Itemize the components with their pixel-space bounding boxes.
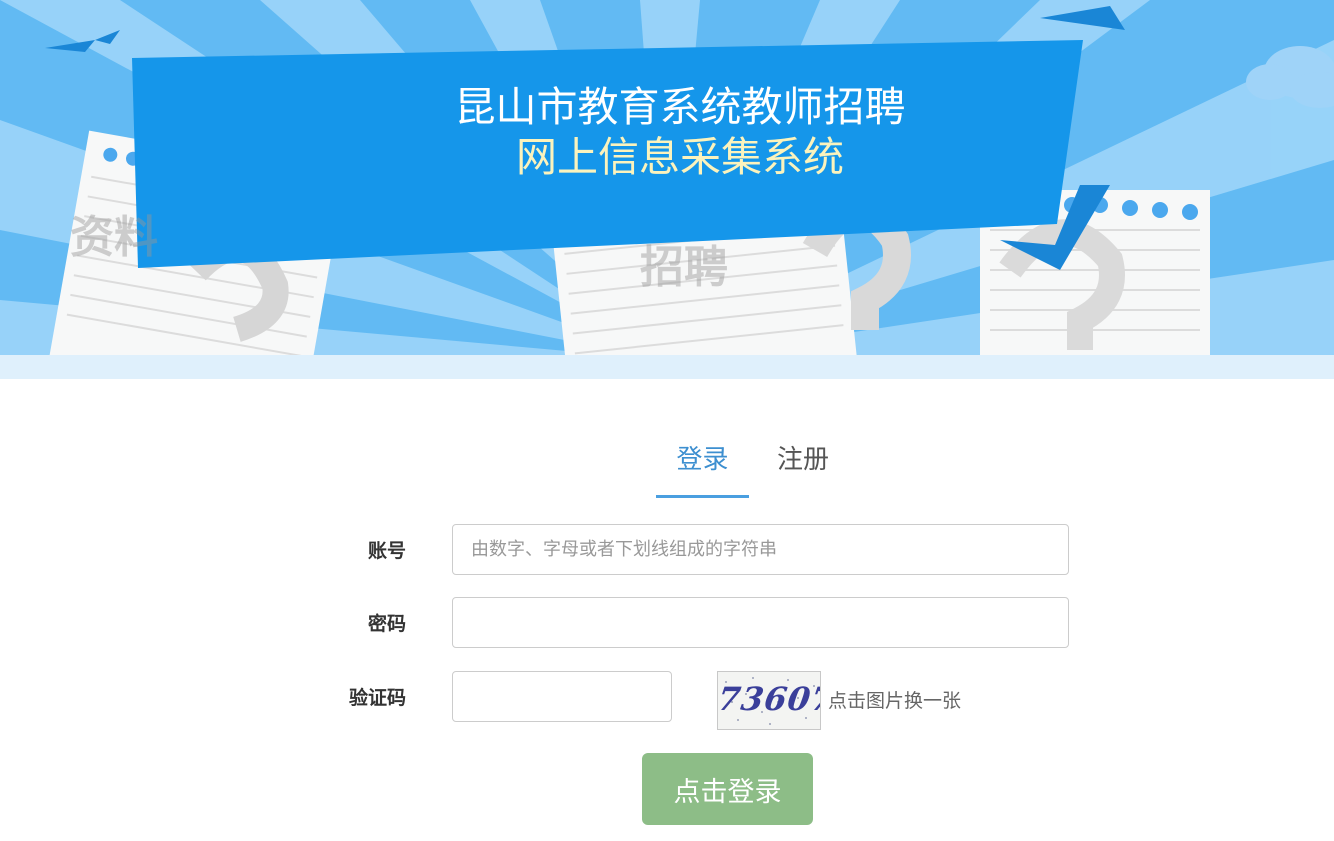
paper-mid-text: 招聘 [640,242,728,293]
captcha-input[interactable] [452,671,672,722]
paper-left-text: 资料 [70,212,158,263]
title-line2: 网上信息采集系统 [516,133,844,181]
password-label: 密码 [367,613,406,635]
account-input[interactable] [452,524,1069,575]
captcha-text: 73607 [717,680,821,718]
tab-register[interactable]: 注册 [768,436,838,498]
captcha-refresh-hint[interactable]: 点击图片换一张 [828,686,961,713]
title-line1: 昆山市教育系统教师招聘 [454,83,906,131]
captcha-image[interactable]: 73607 [717,671,821,730]
password-input[interactable] [452,597,1069,648]
page-title: 昆山市教育系统教师招聘 网上信息采集系统 [310,82,1050,182]
account-label: 账号 [367,540,406,562]
captcha-label: 验证码 [348,687,406,709]
header-banner: 资料 招聘 昆山市教育系统教师招聘 网上信息采集系统 [0,0,1334,355]
tab-login[interactable]: 登录 [656,436,749,498]
login-button[interactable]: 点击登录 [642,753,813,825]
banner-divider [0,355,1334,379]
